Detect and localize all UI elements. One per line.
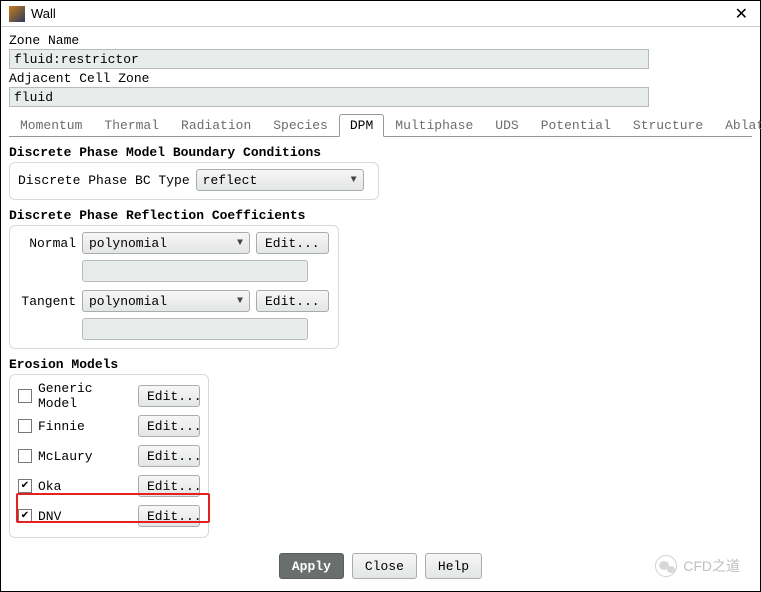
wall-dialog: Wall ✕ Zone Name fluid:restrictor Adjace… xyxy=(0,0,761,592)
bc-type-value: reflect xyxy=(203,173,258,188)
erosion-group: Generic ModelEdit...FinnieEdit...McLaury… xyxy=(9,374,209,538)
tab-potential[interactable]: Potential xyxy=(530,114,622,137)
erosion-title: Erosion Models xyxy=(9,357,752,372)
dialog-footer: Apply Close Help xyxy=(1,553,760,579)
dpm-bc-group: Discrete Phase BC Type reflect ▼ xyxy=(9,162,379,200)
watermark: CFD之道 xyxy=(655,555,740,577)
reflect-title: Discrete Phase Reflection Coefficients xyxy=(9,208,752,223)
tab-dpm[interactable]: DPM xyxy=(339,114,384,137)
reflect-group: Normal polynomial ▼ Edit... Tangent poly… xyxy=(9,225,339,349)
close-button[interactable]: Close xyxy=(352,553,417,579)
zone-name-label: Zone Name xyxy=(9,33,752,48)
erosion-edit-button[interactable]: Edit... xyxy=(138,505,200,527)
apply-button[interactable]: Apply xyxy=(279,553,344,579)
erosion-label: Oka xyxy=(38,479,138,494)
bc-type-label: Discrete Phase BC Type xyxy=(18,173,190,188)
close-icon[interactable]: ✕ xyxy=(731,4,752,24)
normal-dropdown[interactable]: polynomial ▼ xyxy=(82,232,250,254)
adjacent-zone-value: fluid xyxy=(14,90,53,105)
erosion-checkbox[interactable] xyxy=(18,389,32,403)
erosion-edit-button[interactable]: Edit... xyxy=(138,385,200,407)
chevron-down-icon: ▼ xyxy=(351,175,357,186)
normal-param-box[interactable] xyxy=(82,260,308,282)
erosion-checkbox[interactable] xyxy=(18,419,32,433)
tab-uds[interactable]: UDS xyxy=(484,114,529,137)
erosion-row-dnv: DNVEdit... xyxy=(18,501,200,531)
zone-name-value: fluid:restrictor xyxy=(14,52,139,67)
titlebar: Wall ✕ xyxy=(1,1,760,27)
erosion-edit-button[interactable]: Edit... xyxy=(138,415,200,437)
tabs: MomentumThermalRadiationSpeciesDPMMultip… xyxy=(9,113,752,137)
window-title: Wall xyxy=(31,6,731,21)
tab-radiation[interactable]: Radiation xyxy=(170,114,262,137)
erosion-label: DNV xyxy=(38,509,138,524)
tab-multiphase[interactable]: Multiphase xyxy=(384,114,484,137)
adjacent-zone-label: Adjacent Cell Zone xyxy=(9,71,752,86)
bc-type-dropdown[interactable]: reflect ▼ xyxy=(196,169,364,191)
erosion-checkbox[interactable] xyxy=(18,509,32,523)
erosion-row-finnie: FinnieEdit... xyxy=(18,411,200,441)
tangent-value: polynomial xyxy=(89,294,167,309)
normal-edit-button[interactable]: Edit... xyxy=(256,232,329,254)
erosion-label: Finnie xyxy=(38,419,138,434)
app-icon xyxy=(9,6,25,22)
tab-structure[interactable]: Structure xyxy=(622,114,714,137)
help-button[interactable]: Help xyxy=(425,553,482,579)
chevron-down-icon: ▼ xyxy=(237,296,243,307)
erosion-checkbox[interactable] xyxy=(18,449,32,463)
wechat-icon xyxy=(655,555,677,577)
erosion-row-oka: OkaEdit... xyxy=(18,471,200,501)
tab-thermal[interactable]: Thermal xyxy=(93,114,170,137)
tangent-dropdown[interactable]: polynomial ▼ xyxy=(82,290,250,312)
erosion-edit-button[interactable]: Edit... xyxy=(138,475,200,497)
zone-name-input[interactable]: fluid:restrictor xyxy=(9,49,649,69)
chevron-down-icon: ▼ xyxy=(237,238,243,249)
tangent-edit-button[interactable]: Edit... xyxy=(256,290,329,312)
normal-value: polynomial xyxy=(89,236,167,251)
erosion-edit-button[interactable]: Edit... xyxy=(138,445,200,467)
tab-species[interactable]: Species xyxy=(262,114,339,137)
erosion-checkbox[interactable] xyxy=(18,479,32,493)
adjacent-zone-input[interactable]: fluid xyxy=(9,87,649,107)
erosion-row-mclaury: McLauryEdit... xyxy=(18,441,200,471)
tab-momentum[interactable]: Momentum xyxy=(9,114,93,137)
tab-ablation[interactable]: Ablation xyxy=(714,114,761,137)
erosion-label: Generic Model xyxy=(38,381,138,411)
tangent-param-box[interactable] xyxy=(82,318,308,340)
erosion-row-generic-model: Generic ModelEdit... xyxy=(18,381,200,411)
erosion-label: McLaury xyxy=(38,449,138,464)
normal-label: Normal xyxy=(18,236,76,251)
dpm-bc-title: Discrete Phase Model Boundary Conditions xyxy=(9,145,752,160)
watermark-text: CFD之道 xyxy=(683,556,740,576)
tangent-label: Tangent xyxy=(18,294,76,309)
